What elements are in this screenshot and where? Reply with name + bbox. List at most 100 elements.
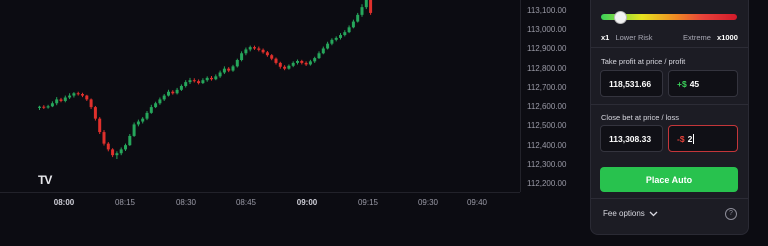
- candle-up: [145, 110, 149, 121]
- divider: [591, 47, 748, 48]
- candle-body: [326, 43, 330, 49]
- candle-up: [287, 64, 291, 70]
- candle-up: [55, 97, 59, 106]
- take-profit-amount-value: 45: [689, 78, 700, 89]
- candle-body: [244, 49, 248, 54]
- candle-up: [201, 78, 205, 85]
- candle-body: [98, 118, 102, 133]
- candle-down: [278, 61, 282, 69]
- candle-down: [304, 61, 308, 66]
- candle-body: [141, 118, 145, 122]
- candle-up: [347, 25, 351, 34]
- price-tick: 112,600.00: [527, 102, 567, 112]
- candle-down: [106, 142, 110, 152]
- candle-down: [197, 79, 201, 85]
- divider: [591, 198, 748, 199]
- candle-body: [63, 97, 67, 101]
- candle-body: [222, 68, 226, 73]
- time-tick: 08:00: [53, 198, 75, 207]
- candle-body: [46, 106, 50, 108]
- candle-down: [210, 75, 213, 81]
- leverage-slider-thumb[interactable]: [614, 11, 627, 24]
- candle-body: [68, 95, 72, 98]
- candle-body: [42, 106, 46, 108]
- close-bet-amount-input[interactable]: -$ 2: [668, 125, 738, 152]
- candle-body: [175, 89, 179, 94]
- candle-down: [171, 90, 175, 95]
- candle-up: [356, 12, 360, 23]
- close-bet-prefix: -$: [677, 133, 685, 144]
- candle-body: [106, 143, 110, 150]
- candle-body: [158, 99, 162, 104]
- candle-up: [119, 147, 123, 156]
- candle-up: [248, 45, 252, 52]
- candle-up: [296, 59, 299, 65]
- candle-body: [184, 82, 188, 86]
- price-chart[interactable]: TV: [0, 0, 520, 192]
- candle-body: [167, 91, 170, 96]
- candle-body: [55, 99, 59, 104]
- candle-up: [244, 47, 248, 56]
- candle-up: [128, 134, 132, 146]
- candle-body: [304, 62, 308, 65]
- candle-body: [162, 95, 166, 100]
- candle-up: [50, 101, 54, 108]
- candle-down: [42, 105, 46, 110]
- candle-down: [253, 45, 256, 50]
- candle-up: [214, 74, 218, 81]
- price-axis: 113,100.00 113,000.00 112,900.00 112,800.00…: [520, 0, 589, 192]
- candle-up: [360, 4, 364, 17]
- leverage-max-value: x1000: [717, 33, 738, 42]
- take-profit-price-input[interactable]: 118,531.66: [600, 70, 663, 97]
- candle-up: [175, 87, 179, 95]
- take-profit-amount-input[interactable]: +$ 45: [668, 70, 738, 97]
- candle-body: [321, 48, 325, 54]
- candle-body: [261, 49, 265, 53]
- candle-body: [287, 65, 291, 69]
- candle-down: [98, 117, 102, 135]
- candle-up: [162, 94, 166, 101]
- time-tick: 09:00: [296, 198, 318, 207]
- take-profit-label: Take profit at price / profit: [601, 57, 686, 66]
- candle-body: [231, 66, 235, 71]
- candle-body: [347, 27, 351, 33]
- place-auto-button[interactable]: Place Auto: [600, 167, 738, 192]
- price-tick: 113,000.00: [527, 25, 567, 35]
- candle-up: [167, 89, 170, 97]
- candle-up: [317, 51, 321, 60]
- candle-body: [257, 48, 261, 50]
- candle-up: [124, 143, 127, 151]
- candle-up: [72, 92, 76, 98]
- leverage-max: Extreme x1000: [683, 33, 738, 42]
- chevron-down-icon: [649, 211, 658, 216]
- candlestick-plot[interactable]: [0, 0, 520, 192]
- candle-up: [321, 46, 325, 55]
- divider: [591, 104, 748, 105]
- time-tick: 09:15: [357, 198, 379, 207]
- time-tick: 09:30: [417, 198, 439, 207]
- candle-body: [214, 76, 218, 80]
- candle-body: [218, 72, 222, 77]
- candle-up: [235, 58, 239, 68]
- candle-body: [102, 132, 106, 144]
- candle-down: [270, 54, 274, 61]
- candle-up: [115, 151, 119, 160]
- candle-up: [46, 104, 50, 109]
- candle-body: [296, 60, 299, 63]
- candle-down: [111, 148, 115, 158]
- candle-down: [300, 59, 304, 65]
- candle-down: [93, 105, 97, 121]
- time-axis: 08:00 08:15 08:30 08:45 09:00 09:15 09:30 09:40: [0, 192, 520, 213]
- close-bet-price-value: 113,308.33: [609, 133, 652, 144]
- candle-body: [72, 93, 76, 96]
- candle-down: [85, 94, 89, 101]
- candle-up: [339, 33, 342, 40]
- candle-up: [188, 77, 192, 85]
- candle-body: [128, 135, 132, 146]
- candle-body: [201, 80, 205, 84]
- candle-body: [364, 0, 368, 8]
- candle-body: [111, 149, 115, 156]
- help-icon[interactable]: ?: [725, 208, 737, 220]
- close-bet-price-input[interactable]: 113,308.33: [600, 125, 663, 152]
- fee-options-toggle[interactable]: Fee options: [603, 209, 658, 218]
